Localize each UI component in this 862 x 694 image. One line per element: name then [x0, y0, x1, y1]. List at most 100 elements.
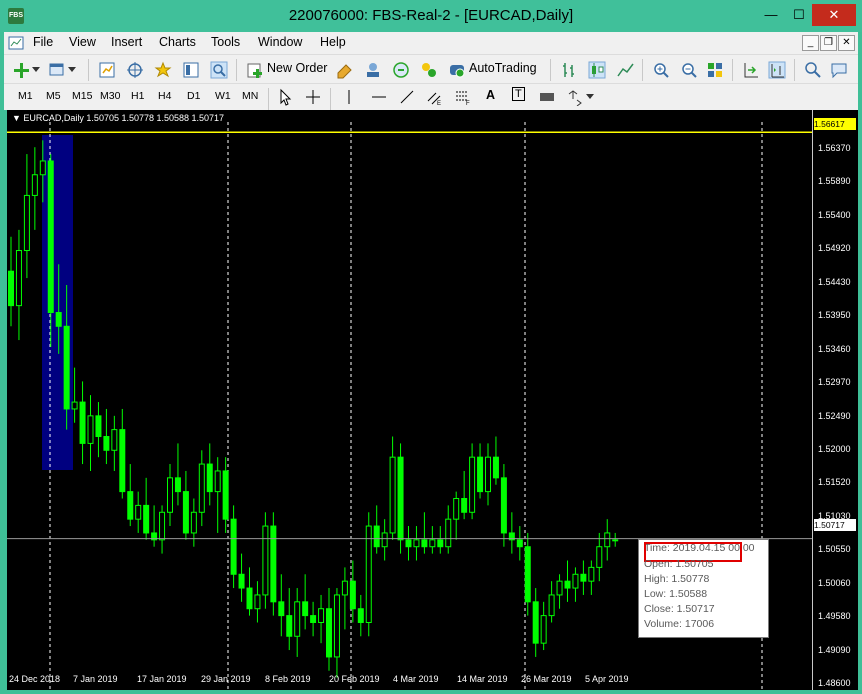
market-watch-icon[interactable]: [98, 61, 116, 79]
tile-windows-icon[interactable]: [706, 61, 724, 79]
signals-icon[interactable]: [364, 61, 382, 79]
title-bar[interactable]: FBS 220076000: FBS-Real-2 - [EURCAD,Dail…: [0, 0, 862, 32]
menu-window[interactable]: Window: [258, 35, 302, 49]
chart-header-label: ▼ EURCAD,Daily 1.50705 1.50778 1.50588 1…: [12, 113, 225, 123]
candle-body: [143, 504, 150, 534]
mdi-restore-button[interactable]: ❐: [820, 35, 837, 51]
zoom-in-icon[interactable]: [652, 61, 670, 79]
navigator-icon[interactable]: [154, 61, 172, 79]
close-button[interactable]: ✕: [812, 4, 856, 26]
timeframes-toolbar: M1 M5 M15 M30 H1 H4 D1 W1 MN E F A T: [4, 83, 858, 110]
line-chart-icon[interactable]: [616, 61, 634, 79]
menu-help[interactable]: Help: [320, 35, 346, 49]
bar-chart-icon[interactable]: [560, 61, 578, 79]
zoom-out-icon[interactable]: [680, 61, 698, 79]
chart-area[interactable]: ▼ EURCAD,Daily 1.50705 1.50778 1.50588 1…: [7, 110, 858, 690]
time-tick-label: 7 Jan 2019: [73, 674, 118, 684]
candle-body: [167, 477, 173, 513]
candle-body: [294, 601, 301, 637]
terminal-icon[interactable]: [182, 61, 200, 79]
data-window-icon[interactable]: [126, 61, 144, 79]
timeframe-h4[interactable]: H4: [158, 90, 171, 102]
crosshair-icon[interactable]: [304, 88, 322, 106]
autotrading-button[interactable]: AutoTrading: [469, 61, 537, 75]
time-tick-label: 20 Feb 2019: [329, 674, 380, 684]
candle-body: [302, 601, 309, 617]
price-axis[interactable]: 1.56370 1.55890 1.55400 1.54920 1.54430 1.539…: [812, 110, 858, 690]
candle-body: [95, 415, 102, 438]
maximize-button[interactable]: ☐: [786, 4, 812, 26]
experts-icon[interactable]: [420, 61, 438, 79]
strategy-tester-icon[interactable]: [210, 61, 228, 79]
candle-body: [381, 532, 388, 548]
timeframe-h1[interactable]: H1: [131, 90, 144, 102]
mdi-minimize-button[interactable]: _: [802, 35, 819, 51]
timeframe-m5[interactable]: M5: [46, 90, 61, 102]
mdi-close-button[interactable]: ✕: [838, 35, 855, 51]
fibonacci-icon[interactable]: F: [454, 88, 472, 106]
timeframe-m15[interactable]: M15: [72, 90, 92, 102]
chat-icon[interactable]: [830, 61, 848, 79]
standard-toolbar: New Order AutoTrading: [4, 54, 858, 85]
tooltip-high: High: 1.50778: [644, 573, 710, 585]
profiles-icon[interactable]: [48, 61, 66, 79]
text-label-tool-button[interactable]: T: [512, 87, 525, 101]
timeframe-mn[interactable]: MN: [242, 90, 258, 102]
menu-tools[interactable]: Tools: [211, 35, 240, 49]
chevron-down-icon[interactable]: [32, 67, 40, 73]
price-tick-label: 1.49580: [818, 610, 851, 621]
autotrading-icon[interactable]: [448, 61, 466, 79]
chart-shift-icon[interactable]: [768, 61, 786, 79]
search-icon[interactable]: [804, 61, 822, 79]
auto-scroll-icon[interactable]: [742, 61, 760, 79]
new-order-button[interactable]: New Order: [267, 61, 327, 75]
text-tool-button[interactable]: A: [486, 88, 495, 102]
candle-body: [214, 470, 221, 493]
chart-window-icon[interactable]: [8, 35, 24, 51]
candle-body: [278, 601, 285, 617]
price-tick-label: 1.53950: [818, 309, 851, 320]
candle-body: [71, 401, 78, 410]
menu-charts[interactable]: Charts: [159, 35, 196, 49]
candle-body: [405, 539, 412, 548]
equidistant-channel-icon[interactable]: E: [426, 88, 444, 106]
candle-body: [516, 539, 523, 548]
candle-body: [453, 498, 460, 520]
candle-body: [469, 456, 476, 513]
horizontal-line-icon[interactable]: [370, 88, 388, 106]
new-order-icon[interactable]: [246, 61, 264, 79]
time-tick-label: 26 Mar 2019: [521, 674, 572, 684]
market-icon[interactable]: [392, 61, 410, 79]
candle-body: [230, 518, 237, 575]
cursor-icon[interactable]: [276, 88, 294, 106]
vertical-line-icon[interactable]: [340, 88, 358, 106]
timeframe-d1[interactable]: D1: [187, 90, 200, 102]
timeframe-w1[interactable]: W1: [215, 90, 231, 102]
candle-body: [23, 194, 30, 252]
arrows-icon[interactable]: [566, 88, 584, 106]
candle-body: [206, 463, 213, 493]
toolbar-separator: [236, 59, 237, 81]
chevron-down-icon[interactable]: [586, 94, 594, 100]
menu-insert[interactable]: Insert: [111, 35, 142, 49]
rectangle-icon[interactable]: [538, 88, 556, 106]
trendline-icon[interactable]: [398, 88, 416, 106]
menu-view[interactable]: View: [69, 35, 96, 49]
candle-body: [572, 573, 579, 589]
timeframe-m1[interactable]: M1: [18, 90, 33, 102]
chevron-down-icon[interactable]: [68, 67, 76, 73]
tooltip-low: Low: 1.50588: [644, 588, 708, 600]
menu-file[interactable]: File: [33, 35, 53, 49]
candle-body: [461, 498, 468, 513]
minimize-button[interactable]: —: [758, 4, 784, 26]
metaeditor-icon[interactable]: [336, 61, 354, 79]
price-tick-label: 1.50060: [818, 577, 851, 588]
candle-body: [341, 580, 348, 596]
new-chart-icon[interactable]: [12, 61, 30, 79]
candle-body: [8, 270, 14, 307]
timeframe-m30[interactable]: M30: [100, 90, 120, 102]
candlesticks-icon[interactable]: [588, 61, 606, 79]
candle-body: [548, 594, 555, 617]
candle-body: [612, 539, 619, 542]
candle-body: [55, 312, 62, 327]
